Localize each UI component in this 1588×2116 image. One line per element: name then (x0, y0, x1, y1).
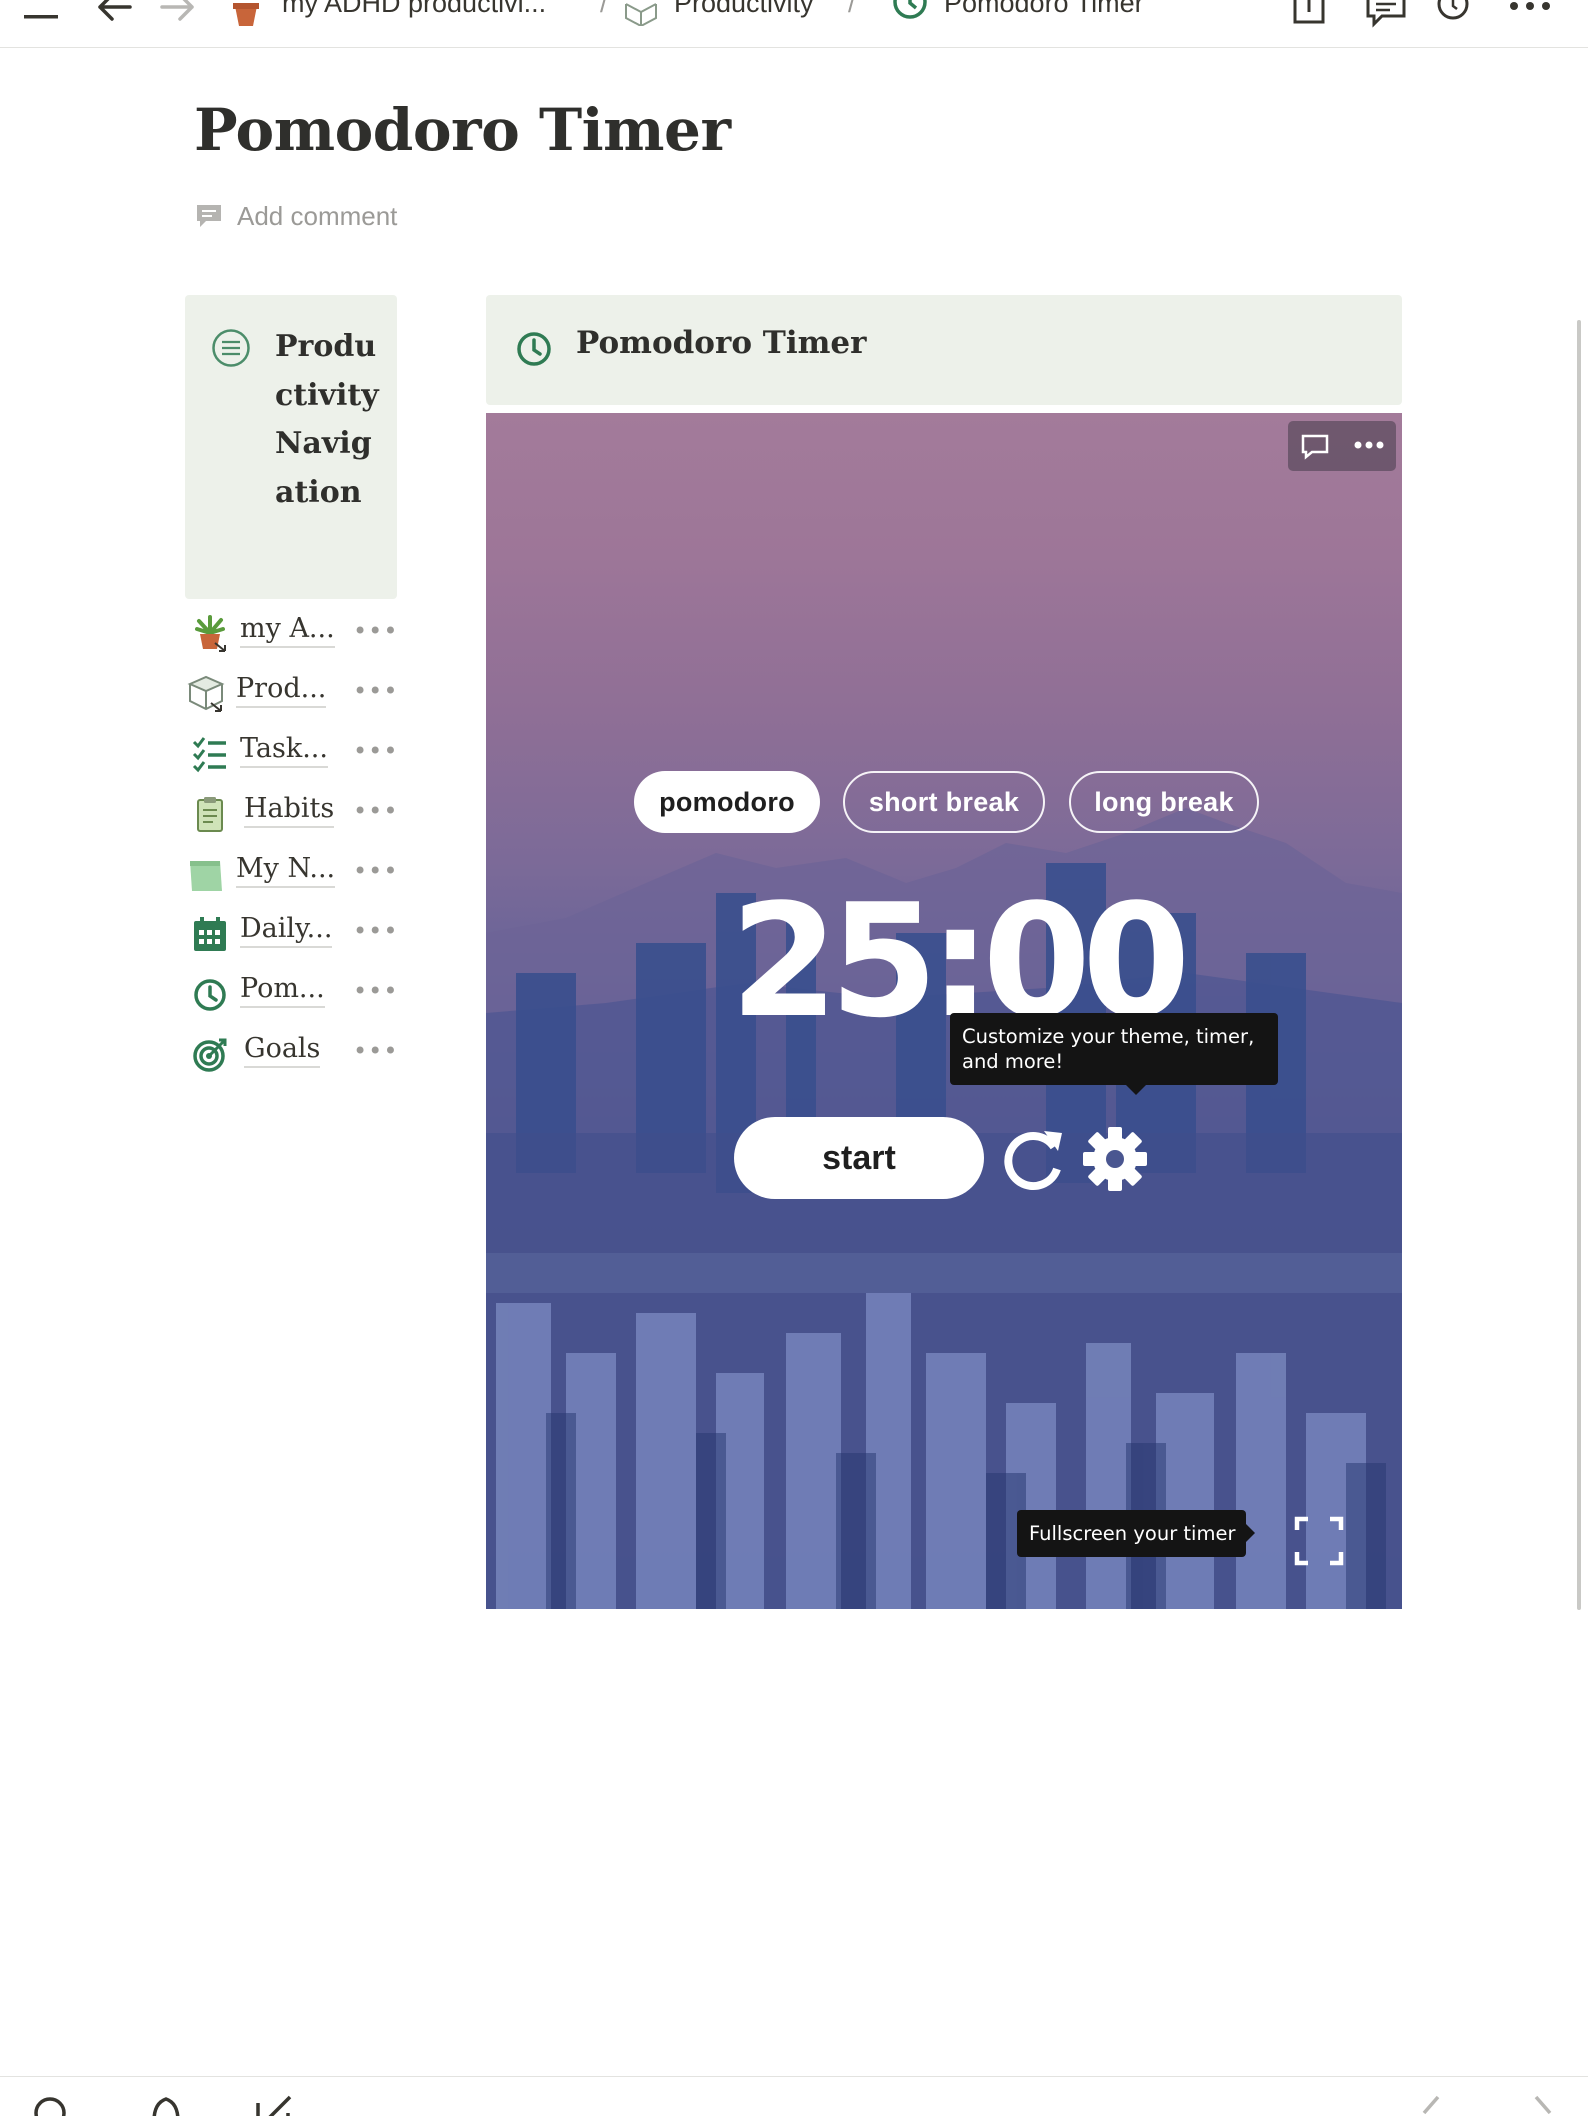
notebook-icon (190, 861, 222, 891)
breadcrumb-separator: / (600, 0, 608, 18)
calendar-icon (194, 917, 226, 951)
forward-arrow-icon[interactable] (158, 0, 198, 24)
clock-icon (194, 979, 226, 1011)
fullscreen-icon[interactable] (1294, 1516, 1344, 1566)
nav-item-my-adhd[interactable]: my A... ••• (185, 605, 405, 661)
page-scrollbar[interactable] (1577, 320, 1581, 1610)
add-comment-button[interactable]: Add comment (195, 196, 397, 236)
bottom-bar (0, 2076, 1588, 2116)
navigation-callout: Productivity Navigation (185, 295, 397, 599)
more-options-icon[interactable]: ••• (353, 617, 398, 645)
checklist-icon (192, 737, 226, 773)
more-options-icon[interactable]: ••• (353, 857, 398, 885)
settings-gear-icon[interactable] (1081, 1125, 1149, 1193)
potted-plant-icon (195, 615, 226, 652)
chevron-left-icon[interactable] (1412, 2093, 1452, 2116)
mode-pomodoro-button[interactable]: pomodoro (634, 771, 820, 833)
breadcrumb-workspace[interactable]: my ADHD productivi... (282, 0, 546, 19)
nav-item-tasks[interactable]: Task... ••• (185, 725, 405, 781)
clock-icon (517, 332, 551, 366)
clock-icon (893, 0, 927, 19)
box-icon (187, 675, 225, 712)
nav-item-productivity[interactable]: Prod... ••• (185, 665, 405, 721)
add-comment-label: Add comment (237, 200, 398, 231)
box-icon (625, 3, 657, 26)
fullscreen-tooltip: Fullscreen your timer (1017, 1510, 1255, 1557)
more-options-icon[interactable]: ••• (353, 977, 398, 1005)
nav-item-label: Habits (244, 793, 335, 828)
more-options-icon[interactable]: ••• (353, 737, 398, 765)
nav-item-goals[interactable]: Goals ••• (185, 1025, 405, 1081)
more-options-icon[interactable]: ••• (353, 1037, 398, 1065)
more-options-icon[interactable]: ••• (353, 917, 398, 945)
search-icon[interactable] (30, 2093, 70, 2116)
list-icon (212, 329, 250, 367)
share-icon[interactable] (1292, 0, 1326, 26)
nav-item-daily[interactable]: Daily... ••• (185, 905, 405, 961)
nav-item-label: Prod... (236, 673, 327, 708)
more-options-icon[interactable] (1508, 0, 1552, 20)
mode-short-break-button[interactable]: short break (843, 771, 1045, 833)
comment-icon[interactable] (1288, 421, 1342, 471)
start-button[interactable]: start (734, 1117, 984, 1199)
more-options-icon[interactable]: ••• (353, 797, 398, 825)
nav-item-my-notes[interactable]: My N... ••• (185, 845, 405, 901)
breadcrumb-productivity[interactable]: Productivity (674, 0, 814, 19)
pomodoro-timer-embed: pomodoro short break long break 25:00 Cu… (486, 413, 1402, 1609)
nav-item-label: Task... (240, 733, 328, 768)
more-options-icon[interactable] (1342, 421, 1396, 471)
more-options-icon[interactable]: ••• (353, 677, 398, 705)
history-icon[interactable] (1436, 0, 1470, 26)
menu-icon[interactable] (22, 0, 62, 24)
potted-plant-icon (233, 3, 259, 26)
breadcrumb-separator: / (848, 0, 856, 18)
clipboard-icon (197, 797, 223, 832)
reset-icon[interactable] (998, 1125, 1068, 1195)
page-title: Pomodoro Timer (194, 96, 731, 164)
nav-item-label: My N... (236, 853, 336, 888)
navigation-title: Productivity Navigation (275, 329, 379, 510)
embed-toolbar (1288, 421, 1396, 471)
nav-item-label: Daily... (240, 913, 333, 948)
back-arrow-icon[interactable] (96, 0, 136, 24)
customize-tooltip: Customize your theme, timer, and more! (950, 1013, 1278, 1095)
nav-item-pomodoro[interactable]: Pom... ••• (185, 965, 405, 1021)
breadcrumb-current-page[interactable]: Pomodoro Timer (944, 0, 1144, 19)
notifications-icon[interactable] (146, 2093, 186, 2116)
target-icon (193, 1038, 227, 1072)
nav-item-label: my A... (240, 613, 335, 648)
mode-long-break-button[interactable]: long break (1069, 771, 1259, 833)
chevron-right-icon[interactable] (1524, 2093, 1564, 2116)
nav-item-label: Goals (244, 1033, 321, 1068)
comment-icon (197, 205, 221, 227)
nav-item-habits[interactable]: Habits ••• (185, 785, 405, 841)
new-page-icon[interactable] (254, 2093, 294, 2116)
timer-callout-title: Pomodoro Timer (576, 325, 867, 361)
timer-callout-header: Pomodoro Timer (486, 295, 1402, 405)
top-bar: my ADHD productivi... / Productivity / P… (0, 0, 1588, 48)
nav-item-label: Pom... (240, 973, 325, 1008)
comments-icon[interactable] (1364, 0, 1408, 28)
